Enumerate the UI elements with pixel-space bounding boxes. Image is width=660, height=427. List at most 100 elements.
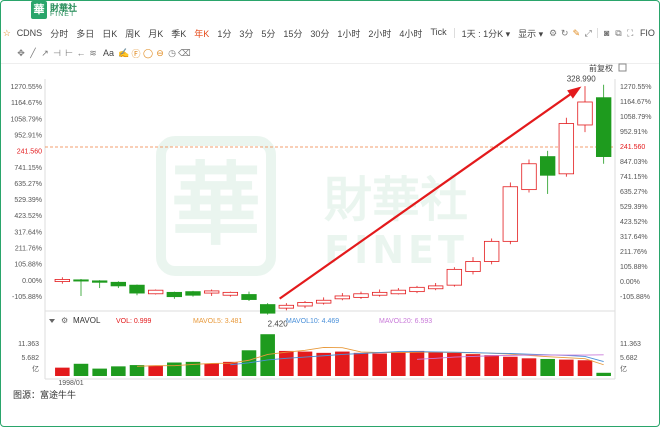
candle-body: [577, 101, 593, 126]
volume-bar: [55, 367, 70, 376]
volume-tick-label: 5.682: [21, 355, 39, 362]
candle-body: [147, 289, 164, 295]
candle-body: [297, 302, 313, 307]
right-tick-label: 1058.79%: [620, 114, 652, 121]
candle-body: [166, 291, 183, 298]
volume-bar: [447, 352, 462, 376]
volume-bar: [129, 365, 145, 376]
volume-bar: [372, 353, 387, 376]
volume-bar: [596, 372, 611, 376]
left-tick-label: 241.560: [17, 149, 42, 156]
candlestick-chart[interactable]: 華財華社FINET 1270.55% 1164.67% 1058.79% 952.91%…: [1, 1, 659, 426]
volume-bar: [428, 352, 443, 376]
left-tick-label: 741.15%: [14, 165, 42, 172]
right-tick-label: 1164.67%: [620, 99, 651, 106]
candle-body: [521, 163, 537, 191]
candle-body: [259, 304, 276, 314]
candle-body: [110, 281, 127, 287]
volume-bar: [503, 356, 518, 376]
mavol20-label: MAVOL20: 6.593: [379, 318, 432, 325]
right-tick-label: 241.560: [620, 144, 645, 151]
candle-body: [278, 304, 295, 309]
candle-body: [595, 97, 612, 157]
left-tick-label: 1164.67%: [11, 100, 42, 107]
volume-bar: [559, 359, 574, 376]
right-tick-label: 529.39%: [620, 204, 648, 211]
candle-body: [558, 123, 575, 175]
candle-body: [315, 299, 332, 304]
volume-bar: [167, 362, 182, 376]
volume-bar: [297, 351, 313, 376]
indicator-settings-icon: ⚙: [61, 316, 68, 325]
volume-bar: [484, 355, 499, 376]
candle-body: [185, 291, 201, 296]
candle-body: [334, 295, 351, 300]
collapse-icon: [618, 63, 627, 72]
right-tick-label: 211.76%: [620, 249, 647, 256]
mavol5-label: MAVOL5: 3.481: [193, 318, 242, 325]
volume-bar: [148, 365, 163, 376]
collapse-arrow-icon: [49, 319, 55, 323]
image-source: 图源：富途牛牛: [13, 390, 77, 400]
volume-tick-label: 亿: [32, 364, 39, 373]
volume-bar: [279, 350, 294, 376]
volume-right-tick-label: 5.682: [620, 355, 638, 362]
candle-body: [427, 285, 444, 290]
candle-body: [203, 290, 220, 294]
candle-body: [483, 240, 500, 262]
volume-bar: [204, 363, 219, 376]
candle-body: [222, 291, 239, 296]
candle-body: [353, 293, 369, 298]
volume-bar: [391, 351, 406, 376]
candle-body: [54, 279, 71, 282]
indicator-name: MAVOL: [73, 316, 101, 325]
left-tick-label: 635.27%: [14, 181, 42, 188]
volume-bar: [521, 358, 537, 376]
candle-body: [241, 294, 257, 300]
volume-bar: [92, 368, 107, 376]
volume-bar: [540, 358, 555, 376]
right-tick-label: 423.52%: [620, 219, 648, 226]
right-tick-label: 1270.55%: [620, 84, 652, 91]
right-tick-label: 635.27%: [620, 189, 648, 196]
volume-bar: [260, 334, 275, 376]
volume-bar: [409, 350, 425, 376]
candle-body: [502, 186, 519, 242]
candle-body: [129, 284, 145, 294]
left-tick-label: 529.39%: [14, 197, 42, 204]
finet-watermark: 華財華社FINET: [156, 136, 468, 276]
left-tick-label: 0.00%: [22, 278, 42, 285]
vol-label: VOL: 0.999: [116, 318, 152, 325]
right-tick-label: -105.88%: [620, 294, 650, 301]
volume-tick-label: 11.363: [18, 341, 39, 348]
left-tick-label: 105.88%: [14, 262, 42, 269]
left-tick-label: 423.52%: [14, 213, 42, 220]
left-tick-label: 1058.79%: [10, 116, 42, 123]
volume-bar: [465, 354, 481, 376]
left-tick-label: 317.64%: [14, 229, 42, 236]
chart-frame: 華 財華社 FINET ☆ CDNS 分时 多日 日K 周K 月K 季K 年K 1分 3分 5分 1…: [0, 0, 660, 427]
candle-body: [465, 261, 481, 272]
candle-body: [371, 291, 388, 296]
candle-body: [390, 289, 407, 295]
mavol10-label: MAVOL10: 4.469: [286, 318, 339, 325]
trend-arrow-head: [567, 86, 582, 99]
volume-right-tick-label: 11.363: [620, 341, 641, 348]
volume-bar: [577, 360, 593, 376]
x-axis-label: 1998/01: [58, 380, 83, 387]
right-tick-label: 317.64%: [620, 234, 648, 241]
watermark-en: FINET: [324, 228, 468, 272]
candle-body: [91, 280, 108, 283]
volume-right-tick-label: 亿: [620, 364, 627, 373]
left-tick-label: 211.76%: [15, 246, 42, 253]
right-tick-label: 847.03%: [620, 159, 648, 166]
right-tick-label: 0.00%: [620, 279, 640, 286]
volume-bar: [111, 366, 126, 376]
volume-bar: [73, 363, 89, 376]
candle-body: [446, 268, 463, 286]
watermark-mark: 華: [171, 152, 261, 258]
high-label: 328.990: [567, 75, 596, 84]
volume-bar: [353, 352, 369, 376]
left-tick-label: -105.88%: [12, 294, 42, 301]
candle-body: [539, 156, 556, 176]
